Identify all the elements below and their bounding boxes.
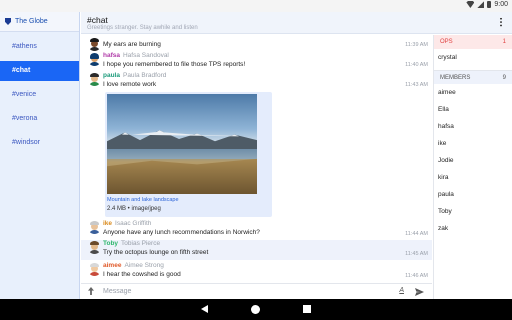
back-icon[interactable] [201, 305, 208, 313]
channel-header: #chat Greetings stranger. Stay awhile an… [81, 12, 512, 34]
message-time: 11:40 AM [405, 62, 428, 68]
nick-label[interactable]: ike [103, 220, 112, 227]
ops-group-header: OPS 1 [434, 35, 512, 49]
battery-icon [487, 1, 492, 8]
aimee-avatar [88, 263, 101, 276]
user-item[interactable]: kira [434, 169, 512, 186]
nick-label[interactable]: aimee [103, 262, 121, 269]
attachment-info: 2.4 MB • image/jpeg [107, 206, 161, 212]
text-format-icon[interactable]: A [399, 287, 404, 294]
user-item[interactable]: aimee [434, 84, 512, 101]
hafsa-avatar [88, 53, 101, 66]
image-attachment[interactable]: Mountain and lake landscape 2.4 MB • ima… [105, 92, 272, 217]
members-count: 9 [502, 75, 506, 81]
more-options-icon[interactable] [500, 17, 502, 27]
message-text: My ears are burning [103, 41, 161, 48]
send-icon[interactable] [415, 288, 424, 296]
message-time: 11:39 AM [405, 42, 428, 48]
status-time: 9:00 [494, 1, 508, 8]
channel-topic: Greetings stranger. Stay awhile and list… [87, 25, 198, 31]
user-item[interactable]: Ella [434, 101, 512, 118]
user-item[interactable]: zak [434, 220, 512, 237]
message-text: Anyone have any lunch recommendations in… [103, 229, 260, 236]
message-nick[interactable]: Toby Tobias Pierce [103, 240, 160, 247]
home-icon[interactable] [251, 305, 260, 314]
status-bar: 9:00 [0, 0, 512, 12]
nick-label[interactable]: paula [103, 72, 120, 79]
user-item[interactable]: Jodie [434, 152, 512, 169]
message-input[interactable]: Message [103, 288, 131, 295]
shield-icon [5, 18, 11, 25]
message-nick[interactable]: aimee Aimee Strong [103, 262, 164, 269]
members-group-header: MEMBERS 9 [434, 70, 512, 84]
sidebar-item-venice[interactable]: #venice [0, 85, 79, 105]
status-icons: 9:00 [466, 1, 508, 8]
members-label: MEMBERS [440, 75, 471, 81]
signal-icon [477, 1, 485, 8]
ops-count: 1 [502, 39, 506, 45]
recent-apps-icon[interactable] [303, 305, 311, 313]
message-time: 11:44 AM [405, 231, 428, 237]
realname-label: Tobias Pierce [121, 240, 161, 247]
nick-label[interactable]: hafsa [103, 52, 120, 59]
message-nick[interactable]: hafsa Hafsa Sandoval [103, 52, 169, 59]
message-nick[interactable]: ike Isaac Griffith [103, 220, 151, 227]
attachment-caption[interactable]: Mountain and lake landscape [107, 197, 179, 203]
sidebar-item-chat[interactable]: #chat [0, 61, 79, 81]
realname-label: Hafsa Sandoval [122, 52, 169, 59]
nick-label[interactable]: Toby [103, 240, 118, 247]
message-time: 11:45 AM [405, 251, 428, 257]
realname-label: Aimee Strong [124, 262, 164, 269]
channel-sidebar: The Globe #athens #chat #venice #verona … [0, 12, 80, 299]
realname-label: Isaac Griffith [115, 220, 152, 227]
paula-avatar [88, 73, 101, 86]
toby-avatar [88, 241, 101, 254]
user-item[interactable]: Toby [434, 203, 512, 220]
user-list: OPS 1 crystal MEMBERS 9 aimee Ella hafsa… [433, 35, 512, 299]
channel-title: #chat [87, 15, 108, 25]
message-text: I love remote work [103, 81, 157, 88]
message-time: 11:43 AM [405, 82, 428, 88]
server-name: The Globe [15, 18, 48, 25]
message-nick[interactable]: paula Paula Bradford [103, 72, 166, 79]
user-item[interactable]: paula [434, 186, 512, 203]
upload-icon[interactable] [88, 287, 94, 295]
message-composer: Message A [81, 283, 432, 299]
wifi-icon [466, 1, 475, 8]
message-text: Try the octopus lounge on fifth street [103, 249, 209, 256]
sidebar-item-athens[interactable]: #athens [0, 37, 79, 57]
message-text: I hear the cowshed is good [103, 271, 181, 278]
sidebar-item-verona[interactable]: #verona [0, 109, 79, 129]
message-list[interactable]: My ears are burning 11:39 AM hafsa Hafsa … [81, 35, 432, 282]
server-item[interactable]: The Globe [0, 12, 79, 32]
realname-label: Paula Bradford [122, 72, 167, 79]
message-time: 11:46 AM [405, 273, 428, 279]
user-item[interactable]: ike [434, 135, 512, 152]
burning-ears-avatar [88, 38, 101, 51]
ike-avatar [88, 221, 101, 234]
message-text: I hope you remembered to file those TPS … [103, 61, 246, 68]
user-item-crystal[interactable]: crystal [434, 49, 512, 66]
user-item[interactable]: hafsa [434, 118, 512, 135]
landscape-image[interactable] [107, 94, 257, 194]
system-nav-bar [0, 299, 512, 320]
ops-label: OPS [440, 39, 453, 45]
sidebar-item-windsor[interactable]: #windsor [0, 133, 79, 153]
